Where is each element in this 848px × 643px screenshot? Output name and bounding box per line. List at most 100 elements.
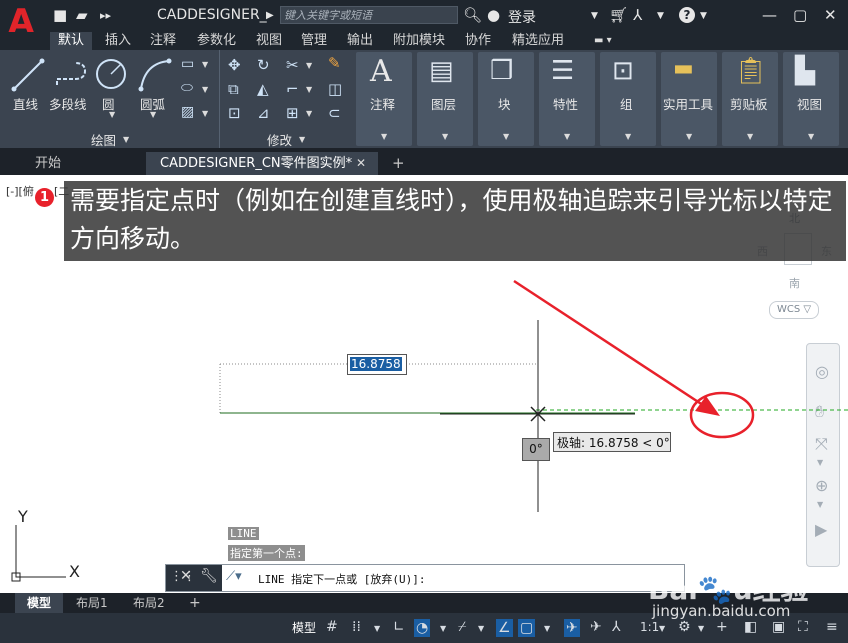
- tab-collaborate[interactable]: 协作: [465, 32, 491, 50]
- polyline-tool-icon[interactable]: [53, 57, 89, 93]
- title-expand-icon[interactable]: ▶: [266, 10, 274, 21]
- move-icon[interactable]: ✥: [228, 56, 241, 74]
- new-layout-button[interactable]: +: [189, 593, 201, 613]
- arc-dropdown-icon[interactable]: ▼: [150, 110, 156, 119]
- command-recent-icon[interactable]: ⟋▾: [226, 569, 242, 584]
- modify-panel-expand-icon[interactable]: ▼: [299, 135, 305, 144]
- arc-tool-icon[interactable]: [137, 57, 173, 93]
- clipboard-panel-button[interactable]: 📋︎ 剪贴板 ▼: [722, 52, 778, 146]
- layers-panel-button[interactable]: ▤ 图层 ▼: [417, 52, 473, 146]
- trim-icon[interactable]: ✂: [286, 56, 299, 74]
- login-dropdown-icon[interactable]: ▼: [591, 11, 598, 21]
- tab-annotate[interactable]: 注释: [150, 32, 176, 50]
- tab-parametric[interactable]: 参数化: [197, 32, 236, 50]
- rectangle-dropdown-icon[interactable]: ▼: [202, 60, 208, 69]
- annotation-scale-icon[interactable]: ⅄: [612, 619, 621, 635]
- polar-dropdown-icon[interactable]: ▼: [440, 624, 446, 633]
- a360-icon[interactable]: ⅄: [633, 6, 642, 24]
- isodraft-dropdown-icon[interactable]: ▼: [478, 624, 484, 633]
- tab-addins[interactable]: 附加模块: [393, 32, 445, 50]
- view-panel-button[interactable]: ▙ 视图 ▼: [783, 52, 839, 146]
- polyline-tool-label[interactable]: 多段线: [49, 94, 87, 113]
- tab-layout2[interactable]: 布局2: [133, 593, 165, 613]
- command-prompt[interactable]: LINE 指定下一点或 [放弃(U)]:: [258, 571, 425, 587]
- search-input[interactable]: 键入关键字或短语: [280, 6, 458, 24]
- quick-access-more-icon[interactable]: ▸▸: [100, 9, 111, 22]
- ellipse-dropdown-icon[interactable]: ▼: [202, 85, 208, 94]
- rotate-icon[interactable]: ↻: [257, 56, 270, 74]
- minimize-icon[interactable]: —: [762, 6, 777, 24]
- auto-scale-icon[interactable]: ✈: [590, 619, 602, 635]
- customize-wrench-icon[interactable]: 🔧︎: [200, 568, 218, 584]
- object-snap-icon[interactable]: ▢: [518, 619, 536, 637]
- mirror-icon[interactable]: ◭: [257, 80, 269, 98]
- new-tab-button[interactable]: +: [392, 152, 405, 175]
- trim-dropdown-icon[interactable]: ▼: [306, 61, 312, 70]
- tab-start[interactable]: 开始: [35, 152, 61, 175]
- tab-insert[interactable]: 插入: [105, 32, 131, 50]
- erase-icon[interactable]: ✎: [328, 54, 341, 72]
- annotation-panel-button[interactable]: A 注释 ▼: [356, 52, 412, 146]
- annotation-visibility-icon[interactable]: ✈: [564, 619, 580, 637]
- open-folder-icon[interactable]: ▰: [76, 6, 88, 24]
- object-snap-dropdown-icon[interactable]: ▼: [544, 624, 550, 633]
- close-command-icon[interactable]: ✕: [180, 568, 192, 584]
- array-icon[interactable]: ⊞: [286, 104, 299, 122]
- fillet-dropdown-icon[interactable]: ▼: [306, 85, 312, 94]
- circle-tool-icon[interactable]: [93, 56, 129, 92]
- help-dropdown-icon[interactable]: ▼: [700, 11, 707, 21]
- snap-dropdown-icon[interactable]: ▼: [374, 624, 380, 633]
- object-snap-tracking-icon[interactable]: ∠: [496, 619, 513, 637]
- hatch-dropdown-icon[interactable]: ▼: [202, 109, 208, 118]
- line-tool-label[interactable]: 直线: [13, 94, 38, 113]
- new-file-icon[interactable]: ■: [53, 6, 67, 24]
- properties-panel-button[interactable]: ☰ 特性 ▼: [539, 52, 595, 146]
- fillet-icon[interactable]: ⌐: [286, 80, 299, 98]
- draw-panel-title[interactable]: 绘图: [91, 130, 116, 149]
- isodraft-icon[interactable]: ⌿: [458, 619, 466, 635]
- stretch-icon[interactable]: ⊡: [228, 104, 241, 122]
- annotation-expand-icon: ▼: [381, 132, 388, 141]
- close-tab-icon[interactable]: ✕: [356, 152, 366, 175]
- snap-icon[interactable]: ⁞⁞: [352, 619, 361, 635]
- ortho-icon[interactable]: ∟: [393, 619, 405, 635]
- search-icon[interactable]: 🔍︎: [463, 6, 482, 24]
- tab-manage[interactable]: 管理: [301, 32, 327, 50]
- polar-tracking-icon[interactable]: ◔: [414, 619, 431, 637]
- cart-icon[interactable]: 🛒︎: [609, 6, 628, 24]
- group-panel-button[interactable]: ⊡ 组 ▼: [600, 52, 656, 146]
- tab-view[interactable]: 视图: [256, 32, 282, 50]
- dynamic-angle-input[interactable]: 0°: [522, 438, 550, 461]
- copy-icon[interactable]: ⧉: [228, 80, 239, 98]
- scale-icon[interactable]: ⊿: [257, 104, 270, 122]
- draw-panel-expand-icon[interactable]: ▼: [123, 135, 129, 144]
- explode-icon[interactable]: ◫: [328, 80, 342, 98]
- tab-output[interactable]: 输出: [347, 32, 373, 50]
- tab-model[interactable]: 模型: [15, 593, 64, 613]
- dynamic-length-input[interactable]: 16.8758: [347, 354, 407, 375]
- line-tool-icon[interactable]: [10, 57, 46, 93]
- offset-icon[interactable]: ⊂: [328, 104, 341, 122]
- a360-dropdown-icon[interactable]: ▼: [657, 11, 664, 21]
- utilities-panel-button[interactable]: ▬ 实用工具 ▼: [661, 52, 717, 146]
- model-space-button[interactable]: 模型: [292, 619, 316, 636]
- block-panel-button[interactable]: ❒ 块 ▼: [478, 52, 534, 146]
- ribbon-toggle-icon[interactable]: ▬ ▾: [594, 32, 612, 50]
- tab-layout1[interactable]: 布局1: [76, 593, 108, 613]
- tab-default[interactable]: 默认: [50, 32, 93, 50]
- grid-icon[interactable]: #: [326, 619, 338, 635]
- hatch-tool-icon[interactable]: ▨: [181, 104, 194, 120]
- help-icon[interactable]: ?: [679, 7, 695, 23]
- close-icon[interactable]: ✕: [824, 6, 837, 24]
- maximize-icon[interactable]: ▢: [793, 6, 807, 24]
- rectangle-tool-icon[interactable]: ▭: [181, 56, 194, 72]
- tab-featured-apps[interactable]: 精选应用: [512, 32, 564, 50]
- modify-panel-title[interactable]: 修改: [267, 130, 292, 149]
- annotation-label: 注释: [370, 97, 396, 112]
- ellipse-tool-icon[interactable]: ⬭: [181, 80, 193, 96]
- login-button[interactable]: 登录: [508, 7, 536, 27]
- tab-active-document[interactable]: CADDESIGNER_CN零件图实例* ✕: [146, 152, 378, 175]
- user-icon[interactable]: ●: [487, 6, 500, 24]
- circle-dropdown-icon[interactable]: ▼: [109, 110, 115, 119]
- array-dropdown-icon[interactable]: ▼: [306, 109, 312, 118]
